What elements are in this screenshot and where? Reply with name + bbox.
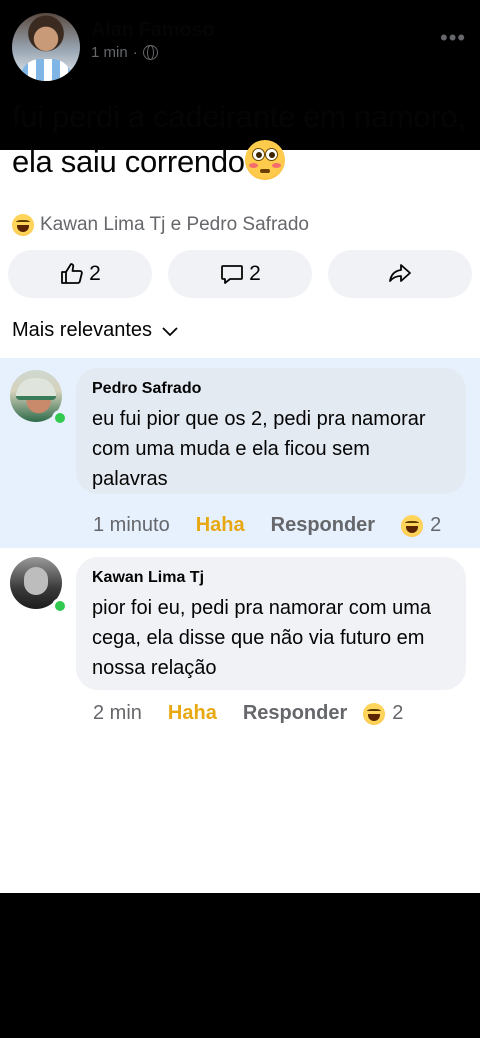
comment-time[interactable]: 2 min <box>93 702 142 725</box>
reaction-summary[interactable]: Kawan Lima Tj e Pedro Safrado <box>12 214 309 236</box>
comment-bubble[interactable]: Pedro Safrado eu fui pior que os 2, pedi… <box>76 368 466 494</box>
commenter-name[interactable]: Kawan Lima Tj <box>92 569 450 587</box>
online-status-badge <box>52 598 68 614</box>
haha-react-link[interactable]: Haha <box>168 702 217 725</box>
post-body: fui perdi a cadeirante em namoro, ela sa… <box>12 99 466 179</box>
globe-icon <box>142 45 158 60</box>
share-icon <box>389 264 411 282</box>
comment-time[interactable]: 1 minuto <box>93 514 170 537</box>
meta-separator: · <box>132 44 138 61</box>
flushed-emoji-icon <box>244 140 285 180</box>
haha-react-link[interactable]: Haha <box>196 514 245 537</box>
sort-label: Mais relevantes <box>12 319 153 341</box>
reactor-names: Kawan Lima Tj e Pedro Safrado <box>40 214 309 235</box>
reply-link[interactable]: Responder <box>243 702 347 725</box>
share-button[interactable] <box>328 250 472 298</box>
comment-text: eu fui pior que os 2, pedi pra namorar c… <box>92 408 426 490</box>
reaction-count: 2 <box>392 702 404 724</box>
reply-link[interactable]: Responder <box>271 514 375 537</box>
comment-sort-dropdown[interactable]: Mais relevantes <box>12 319 180 342</box>
bottom-black-bar <box>0 893 480 1038</box>
commenter-name[interactable]: Pedro Safrado <box>92 380 450 398</box>
comment-actions: 1 minuto Haha Responder 2 <box>93 514 441 537</box>
comment-icon <box>221 265 244 284</box>
haha-reaction-icon <box>12 214 34 236</box>
haha-reaction-icon <box>363 702 386 725</box>
thumbs-up-icon <box>61 263 83 284</box>
comment-actions: 2 min Haha Responder 2 <box>93 702 403 725</box>
post-actions: 2 2 <box>8 250 472 298</box>
haha-reaction-icon <box>401 514 424 537</box>
comment-reaction-count[interactable]: 2 <box>363 702 403 725</box>
like-count: 2 <box>89 262 101 285</box>
comment-count: 2 <box>249 262 261 285</box>
chevron-down-icon <box>162 326 178 336</box>
reaction-count: 2 <box>430 514 442 536</box>
comment-bubble[interactable]: Kawan Lima Tj pior foi eu, pedi pra namo… <box>76 557 466 690</box>
comment-text: pior foi eu, pedi pra namorar com uma ce… <box>92 597 432 679</box>
author-avatar[interactable] <box>12 13 80 81</box>
comment-reaction-count[interactable]: 2 <box>401 514 441 537</box>
online-status-badge <box>52 410 68 426</box>
post-author-name[interactable]: Alan Famoso <box>91 19 215 42</box>
comment-button[interactable]: 2 <box>168 250 312 298</box>
post-time[interactable]: 1 min <box>91 44 128 61</box>
post-text: fui perdi a cadeirante em namoro, ela sa… <box>12 94 468 184</box>
post-meta: 1 min · <box>91 44 158 61</box>
more-dots-icon[interactable]: ••• <box>440 27 466 49</box>
like-button[interactable]: 2 <box>8 250 152 298</box>
